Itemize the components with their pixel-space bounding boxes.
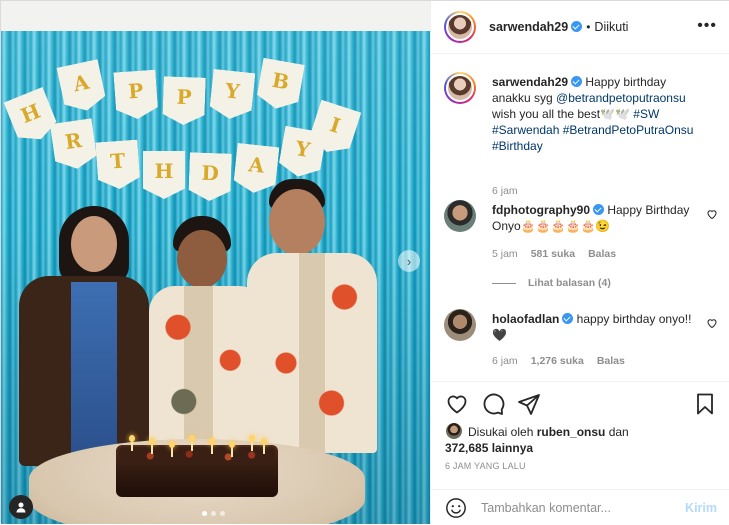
save-bookmark-icon[interactable] [693,392,717,416]
add-comment-bar: Kirim [431,489,729,525]
more-options-icon[interactable]: ••• [697,18,717,34]
carousel-indicator [202,511,225,516]
comment-username[interactable]: holaofadlan [492,312,574,326]
comments-list: sarwendah29 Happy birthday anakku syg @b… [431,55,729,381]
post-actions: Disukai oleh ruben_onsu dan 372,685 lain… [431,381,729,524]
verified-badge-icon [593,204,604,215]
candle [261,438,267,454]
caption-avatar[interactable] [444,72,476,104]
candle [189,435,195,451]
comment-bubble-icon[interactable] [481,392,505,416]
person-man [247,179,379,454]
view-replies-button[interactable]: Lihat balasan (4) [492,277,611,289]
verified-badge-icon [571,21,583,32]
candle [129,435,135,451]
comment-item: fdphotography90 Happy Birthday Onyo🎂🎂🎂🎂🎂… [444,200,724,300]
verified-badge-icon [571,76,583,87]
follow-status-button[interactable]: Diikuti [594,20,628,34]
emoji-icon[interactable] [445,497,467,519]
candle [209,438,215,454]
candle [249,435,255,451]
comment-username[interactable]: fdphotography90 [492,203,604,217]
post-side-panel: sarwendah29 • Diikuti ••• sarwendah29 Ha… [430,1,729,524]
likes-summary: Disukai oleh ruben_onsu dan 372,685 lain… [445,422,717,456]
carousel-next-button[interactable]: › [398,250,420,272]
post-image[interactable]: HAPPYBIRTHDAY › [1,1,430,524]
likes-count-button[interactable]: 372,685 lainnya [445,441,533,455]
comment-likes[interactable]: 1,276 suka [531,355,584,367]
reply-button[interactable]: Balas [588,248,616,260]
like-comment-heart-icon[interactable] [706,208,718,220]
comment-avatar[interactable] [444,200,476,232]
caption-time[interactable]: 6 jam [492,185,518,197]
post-comment-button[interactable]: Kirim [685,501,717,515]
avatar[interactable] [444,11,476,43]
reply-button[interactable]: Balas [597,355,625,367]
caption: sarwendah29 Happy birthday anakku syg @b… [444,72,724,197]
carousel-dot [202,511,207,516]
comment-time[interactable]: 6 jam [492,355,518,367]
user-icon [16,502,26,513]
comment-avatar[interactable] [444,309,476,341]
author-username[interactable]: sarwendah29 [489,20,583,34]
candle [229,441,235,457]
instagram-post: HAPPYBIRTHDAY › sarwendah29 • Diikuti ••… [0,0,729,524]
carousel-dot [220,511,225,516]
post-header: sarwendah29 • Diikuti ••• [431,1,729,54]
comment-time[interactable]: 5 jam [492,248,518,260]
comment-text: holaofadlan happy birthday onyo!!🖤 [492,312,692,342]
caption-username[interactable]: sarwendah29 [492,75,583,89]
comment-item: holaofadlan happy birthday onyo!!🖤 6 jam… [444,309,724,379]
comment-input[interactable] [481,500,661,515]
header-separator: • [586,20,591,34]
share-paper-plane-icon[interactable] [517,392,541,416]
verified-badge-icon [562,313,574,324]
caption-text: sarwendah29 Happy birthday anakku syg @b… [492,75,694,153]
comment-text: fdphotography90 Happy Birthday Onyo🎂🎂🎂🎂🎂… [492,203,690,233]
candle [149,438,155,454]
liker-username[interactable]: ruben_onsu [537,425,606,439]
carousel-dot [211,511,216,516]
like-heart-icon[interactable] [445,392,469,416]
comment-likes[interactable]: 581 suka [531,248,575,260]
mention-link[interactable]: @betrandpetoputraonsu [556,91,686,105]
like-comment-heart-icon[interactable] [706,317,718,329]
candle [169,441,175,457]
liker-avatar[interactable] [445,422,463,440]
tagged-users-button[interactable] [9,495,33,519]
post-timestamp[interactable]: 6 JAM YANG LALU [445,461,526,471]
person-woman [19,206,159,466]
